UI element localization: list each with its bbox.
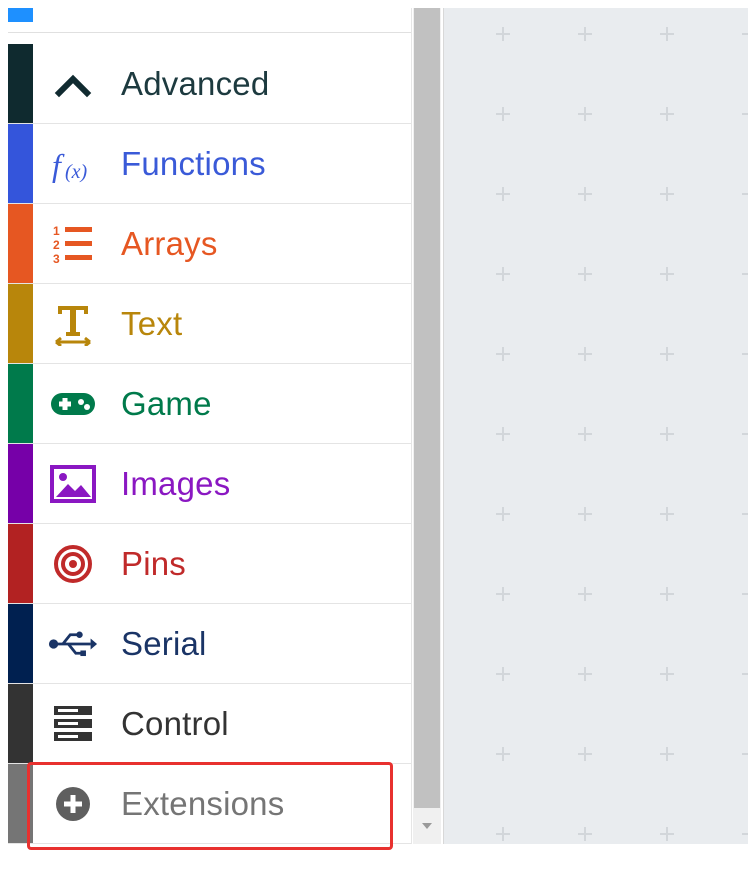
grid-mark bbox=[742, 187, 748, 201]
grid-mark bbox=[496, 267, 510, 281]
grid-mark bbox=[578, 427, 592, 441]
grid-mark bbox=[578, 507, 592, 521]
grid-mark bbox=[742, 587, 748, 601]
category-color-stripe bbox=[8, 284, 33, 363]
category-color-stripe bbox=[8, 124, 33, 203]
grid-mark bbox=[660, 587, 674, 601]
grid-mark bbox=[660, 507, 674, 521]
function-icon: f (x) bbox=[48, 142, 98, 186]
category-label: Extensions bbox=[121, 785, 285, 822]
category-serial[interactable]: Serial bbox=[8, 604, 411, 684]
grid-mark bbox=[578, 267, 592, 281]
category-text[interactable]: Text bbox=[8, 284, 411, 364]
category-label: Arrays bbox=[121, 225, 218, 262]
grid-mark bbox=[578, 827, 592, 841]
category-label: Advanced bbox=[121, 65, 270, 102]
grid-mark bbox=[496, 747, 510, 761]
grid-mark bbox=[742, 347, 748, 361]
grid-mark bbox=[660, 747, 674, 761]
category-color-stripe bbox=[8, 764, 33, 843]
makecode-editor: Advanced f (x) Functions 1 2 3 Arrays Te… bbox=[0, 0, 748, 871]
svg-text:3: 3 bbox=[53, 252, 60, 266]
grid-mark bbox=[496, 107, 510, 121]
toolbox-scrollbar[interactable] bbox=[413, 8, 441, 844]
grid-mark bbox=[742, 27, 748, 41]
grid-mark bbox=[496, 27, 510, 41]
category-label: Functions bbox=[121, 145, 266, 182]
grid-mark bbox=[578, 107, 592, 121]
grid-mark bbox=[578, 747, 592, 761]
category-label: Game bbox=[121, 385, 212, 422]
grid-mark bbox=[496, 587, 510, 601]
grid-mark bbox=[742, 427, 748, 441]
usb-icon bbox=[48, 622, 98, 666]
grid-mark bbox=[496, 827, 510, 841]
category-control[interactable]: Control bbox=[8, 684, 411, 764]
grid-mark bbox=[578, 587, 592, 601]
numbered-list-icon: 1 2 3 bbox=[48, 222, 98, 266]
scroll-down-arrow-icon[interactable] bbox=[413, 814, 441, 838]
category-list: Advanced f (x) Functions 1 2 3 Arrays Te… bbox=[8, 44, 411, 844]
svg-text:f: f bbox=[52, 147, 65, 183]
category-label: Text bbox=[121, 305, 183, 342]
text-icon bbox=[48, 302, 98, 346]
grid-mark bbox=[742, 507, 748, 521]
category-color-stripe bbox=[8, 204, 33, 283]
category-functions[interactable]: f (x) Functions bbox=[8, 124, 411, 204]
image-icon bbox=[48, 462, 98, 506]
grid-mark bbox=[496, 427, 510, 441]
category-label: Pins bbox=[121, 545, 186, 582]
category-color-stripe bbox=[8, 524, 33, 603]
grid-mark bbox=[660, 267, 674, 281]
category-images[interactable]: Images bbox=[8, 444, 411, 524]
target-icon bbox=[48, 542, 98, 586]
grid-mark bbox=[496, 187, 510, 201]
category-color-stripe bbox=[8, 364, 33, 443]
category-label: Control bbox=[121, 705, 229, 742]
grid-mark bbox=[742, 827, 748, 841]
grid-mark bbox=[660, 107, 674, 121]
gamepad-icon bbox=[48, 382, 98, 426]
category-game[interactable]: Game bbox=[8, 364, 411, 444]
category-label: Serial bbox=[121, 625, 207, 662]
category-color-stripe bbox=[8, 444, 33, 523]
category-advanced[interactable]: Advanced bbox=[8, 44, 411, 124]
grid-mark bbox=[742, 667, 748, 681]
grid-mark bbox=[742, 267, 748, 281]
scrollbar-thumb[interactable] bbox=[414, 8, 440, 808]
blocks-workspace[interactable] bbox=[443, 8, 748, 844]
grid-mark bbox=[578, 347, 592, 361]
grid-mark bbox=[660, 347, 674, 361]
category-extensions[interactable]: Extensions bbox=[8, 764, 411, 844]
grid-mark bbox=[578, 187, 592, 201]
category-pins[interactable]: Pins bbox=[8, 524, 411, 604]
grid-mark bbox=[660, 667, 674, 681]
grid-mark bbox=[660, 427, 674, 441]
svg-text:(x): (x) bbox=[65, 161, 88, 183]
svg-text:1: 1 bbox=[53, 224, 60, 238]
chevron-up-icon bbox=[48, 62, 98, 106]
category-arrays[interactable]: 1 2 3 Arrays bbox=[8, 204, 411, 284]
grid-mark bbox=[496, 667, 510, 681]
grid-mark bbox=[742, 107, 748, 121]
toolbox: Advanced f (x) Functions 1 2 3 Arrays Te… bbox=[8, 8, 412, 844]
server-stack-icon bbox=[48, 702, 98, 746]
svg-text:2: 2 bbox=[53, 238, 60, 252]
grid-mark bbox=[742, 747, 748, 761]
grid-mark bbox=[578, 27, 592, 41]
category-label: Images bbox=[121, 465, 231, 502]
category-color-stripe bbox=[8, 8, 33, 22]
grid-mark bbox=[496, 507, 510, 521]
toolbox-previous-category-stub[interactable] bbox=[8, 8, 411, 33]
grid-mark bbox=[578, 667, 592, 681]
grid-mark bbox=[660, 27, 674, 41]
plus-circle-icon bbox=[48, 782, 98, 826]
category-color-stripe bbox=[8, 604, 33, 683]
category-color-stripe bbox=[8, 44, 33, 123]
grid-mark bbox=[496, 347, 510, 361]
category-color-stripe bbox=[8, 684, 33, 763]
grid-mark bbox=[660, 187, 674, 201]
grid-mark bbox=[660, 827, 674, 841]
